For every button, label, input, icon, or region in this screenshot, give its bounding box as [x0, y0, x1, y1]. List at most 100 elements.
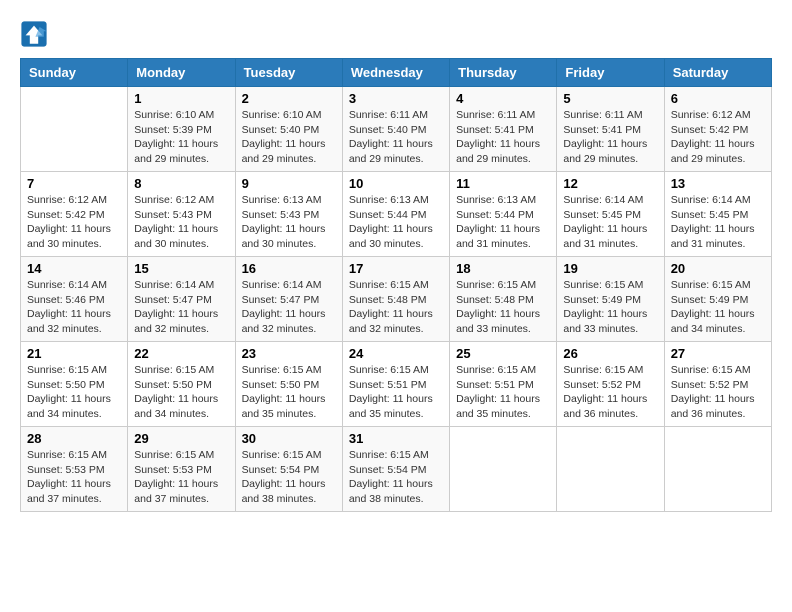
page-header [20, 20, 772, 48]
calendar-day-cell: 18 Sunrise: 6:15 AM Sunset: 5:48 PM Dayli… [450, 257, 557, 342]
day-number: 27 [671, 346, 765, 361]
calendar-day-cell: 22 Sunrise: 6:15 AM Sunset: 5:50 PM Dayli… [128, 342, 235, 427]
day-info: Sunrise: 6:15 AM Sunset: 5:48 PM Dayligh… [349, 278, 443, 337]
day-info: Sunrise: 6:15 AM Sunset: 5:53 PM Dayligh… [134, 448, 228, 507]
day-number: 24 [349, 346, 443, 361]
weekday-header-cell: Sunday [21, 59, 128, 87]
day-info: Sunrise: 6:11 AM Sunset: 5:40 PM Dayligh… [349, 108, 443, 167]
day-number: 17 [349, 261, 443, 276]
calendar-day-cell [557, 427, 664, 512]
day-info: Sunrise: 6:13 AM Sunset: 5:44 PM Dayligh… [349, 193, 443, 252]
day-info: Sunrise: 6:14 AM Sunset: 5:47 PM Dayligh… [134, 278, 228, 337]
day-number: 30 [242, 431, 336, 446]
calendar-day-cell: 19 Sunrise: 6:15 AM Sunset: 5:49 PM Dayli… [557, 257, 664, 342]
day-number: 12 [563, 176, 657, 191]
logo-icon [20, 20, 48, 48]
day-number: 23 [242, 346, 336, 361]
calendar-day-cell: 15 Sunrise: 6:14 AM Sunset: 5:47 PM Dayli… [128, 257, 235, 342]
day-number: 7 [27, 176, 121, 191]
day-info: Sunrise: 6:15 AM Sunset: 5:51 PM Dayligh… [349, 363, 443, 422]
calendar-day-cell: 3 Sunrise: 6:11 AM Sunset: 5:40 PM Daylig… [342, 87, 449, 172]
day-number: 31 [349, 431, 443, 446]
day-info: Sunrise: 6:15 AM Sunset: 5:54 PM Dayligh… [349, 448, 443, 507]
calendar-day-cell: 10 Sunrise: 6:13 AM Sunset: 5:44 PM Dayli… [342, 172, 449, 257]
day-info: Sunrise: 6:15 AM Sunset: 5:48 PM Dayligh… [456, 278, 550, 337]
calendar-day-cell: 31 Sunrise: 6:15 AM Sunset: 5:54 PM Dayli… [342, 427, 449, 512]
weekday-header-cell: Friday [557, 59, 664, 87]
calendar-week-row: 7 Sunrise: 6:12 AM Sunset: 5:42 PM Daylig… [21, 172, 772, 257]
calendar-day-cell: 23 Sunrise: 6:15 AM Sunset: 5:50 PM Dayli… [235, 342, 342, 427]
day-info: Sunrise: 6:15 AM Sunset: 5:50 PM Dayligh… [242, 363, 336, 422]
day-info: Sunrise: 6:15 AM Sunset: 5:52 PM Dayligh… [671, 363, 765, 422]
day-info: Sunrise: 6:10 AM Sunset: 5:39 PM Dayligh… [134, 108, 228, 167]
day-number: 3 [349, 91, 443, 106]
day-info: Sunrise: 6:14 AM Sunset: 5:46 PM Dayligh… [27, 278, 121, 337]
day-info: Sunrise: 6:15 AM Sunset: 5:52 PM Dayligh… [563, 363, 657, 422]
calendar-week-row: 1 Sunrise: 6:10 AM Sunset: 5:39 PM Daylig… [21, 87, 772, 172]
calendar-day-cell: 5Sunrise: 6:11 AM Sunset: 5:41 PM Daylig… [557, 87, 664, 172]
day-info: Sunrise: 6:11 AM Sunset: 5:41 PM Dayligh… [563, 108, 657, 167]
day-number: 2 [242, 91, 336, 106]
weekday-header-cell: Monday [128, 59, 235, 87]
calendar-day-cell: 14 Sunrise: 6:14 AM Sunset: 5:46 PM Dayli… [21, 257, 128, 342]
calendar-week-row: 28 Sunrise: 6:15 AM Sunset: 5:53 PM Dayli… [21, 427, 772, 512]
day-number: 4 [456, 91, 550, 106]
weekday-header-cell: Tuesday [235, 59, 342, 87]
day-number: 10 [349, 176, 443, 191]
day-number: 28 [27, 431, 121, 446]
calendar-day-cell: 30 Sunrise: 6:15 AM Sunset: 5:54 PM Dayli… [235, 427, 342, 512]
calendar-day-cell: 17 Sunrise: 6:15 AM Sunset: 5:48 PM Dayli… [342, 257, 449, 342]
day-number: 13 [671, 176, 765, 191]
calendar-day-cell: 24 Sunrise: 6:15 AM Sunset: 5:51 PM Dayli… [342, 342, 449, 427]
day-number: 15 [134, 261, 228, 276]
day-number: 16 [242, 261, 336, 276]
calendar-day-cell: 26Sunrise: 6:15 AM Sunset: 5:52 PM Dayli… [557, 342, 664, 427]
calendar-body: 1 Sunrise: 6:10 AM Sunset: 5:39 PM Daylig… [21, 87, 772, 512]
calendar-week-row: 14 Sunrise: 6:14 AM Sunset: 5:46 PM Dayli… [21, 257, 772, 342]
calendar-day-cell: 21Sunrise: 6:15 AM Sunset: 5:50 PM Dayli… [21, 342, 128, 427]
calendar-day-cell: 6Sunrise: 6:12 AM Sunset: 5:42 PM Daylig… [664, 87, 771, 172]
calendar-week-row: 21 Sunrise: 6:15 AM Sunset: 5:50 PM Dayli… [21, 342, 772, 427]
day-info: Sunrise: 6:14 AM Sunset: 5:47 PM Dayligh… [242, 278, 336, 337]
day-number: 18 [456, 261, 550, 276]
day-number: 22 [134, 346, 228, 361]
day-info: Sunrise: 6:11 AM Sunset: 5:41 PM Dayligh… [456, 108, 550, 167]
calendar-table: SundayMondayTuesdayWednesdayThursdayFrid… [20, 58, 772, 512]
calendar-day-cell: 27 Sunrise: 6:15 AM Sunset: 5:52 PM Dayli… [664, 342, 771, 427]
day-number: 19 [563, 261, 657, 276]
day-info: Sunrise: 6:15 AM Sunset: 5:49 PM Dayligh… [563, 278, 657, 337]
weekday-header-row: SundayMondayTuesdayWednesdayThursdayFrid… [21, 59, 772, 87]
calendar-day-cell: 16 Sunrise: 6:14 AM Sunset: 5:47 PM Dayli… [235, 257, 342, 342]
calendar-day-cell: 11Sunrise: 6:13 AM Sunset: 5:44 PM Dayli… [450, 172, 557, 257]
calendar-day-cell: 2 Sunrise: 6:10 AM Sunset: 5:40 PM Daylig… [235, 87, 342, 172]
calendar-day-cell: 9 Sunrise: 6:13 AM Sunset: 5:43 PM Daylig… [235, 172, 342, 257]
day-info: Sunrise: 6:13 AM Sunset: 5:44 PM Dayligh… [456, 193, 550, 252]
day-info: Sunrise: 6:15 AM Sunset: 5:51 PM Dayligh… [456, 363, 550, 422]
day-number: 14 [27, 261, 121, 276]
day-number: 1 [134, 91, 228, 106]
day-info: Sunrise: 6:15 AM Sunset: 5:54 PM Dayligh… [242, 448, 336, 507]
calendar-day-cell: 13 Sunrise: 6:14 AM Sunset: 5:45 PM Dayli… [664, 172, 771, 257]
calendar-day-cell: 12 Sunrise: 6:14 AM Sunset: 5:45 PM Dayli… [557, 172, 664, 257]
weekday-header-cell: Saturday [664, 59, 771, 87]
calendar-day-cell: 4 Sunrise: 6:11 AM Sunset: 5:41 PM Daylig… [450, 87, 557, 172]
day-info: Sunrise: 6:15 AM Sunset: 5:50 PM Dayligh… [134, 363, 228, 422]
calendar-day-cell: 29Sunrise: 6:15 AM Sunset: 5:53 PM Dayli… [128, 427, 235, 512]
day-info: Sunrise: 6:14 AM Sunset: 5:45 PM Dayligh… [563, 193, 657, 252]
day-number: 25 [456, 346, 550, 361]
day-info: Sunrise: 6:14 AM Sunset: 5:45 PM Dayligh… [671, 193, 765, 252]
day-info: Sunrise: 6:12 AM Sunset: 5:43 PM Dayligh… [134, 193, 228, 252]
calendar-day-cell: 7 Sunrise: 6:12 AM Sunset: 5:42 PM Daylig… [21, 172, 128, 257]
day-number: 21 [27, 346, 121, 361]
day-info: Sunrise: 6:10 AM Sunset: 5:40 PM Dayligh… [242, 108, 336, 167]
day-number: 6 [671, 91, 765, 106]
calendar-day-cell: 20Sunrise: 6:15 AM Sunset: 5:49 PM Dayli… [664, 257, 771, 342]
calendar-day-cell: 1 Sunrise: 6:10 AM Sunset: 5:39 PM Daylig… [128, 87, 235, 172]
day-info: Sunrise: 6:12 AM Sunset: 5:42 PM Dayligh… [27, 193, 121, 252]
calendar-day-cell: 28Sunrise: 6:15 AM Sunset: 5:53 PM Dayli… [21, 427, 128, 512]
calendar-day-cell: 8Sunrise: 6:12 AM Sunset: 5:43 PM Daylig… [128, 172, 235, 257]
calendar-day-cell [450, 427, 557, 512]
day-number: 9 [242, 176, 336, 191]
day-number: 20 [671, 261, 765, 276]
day-info: Sunrise: 6:13 AM Sunset: 5:43 PM Dayligh… [242, 193, 336, 252]
